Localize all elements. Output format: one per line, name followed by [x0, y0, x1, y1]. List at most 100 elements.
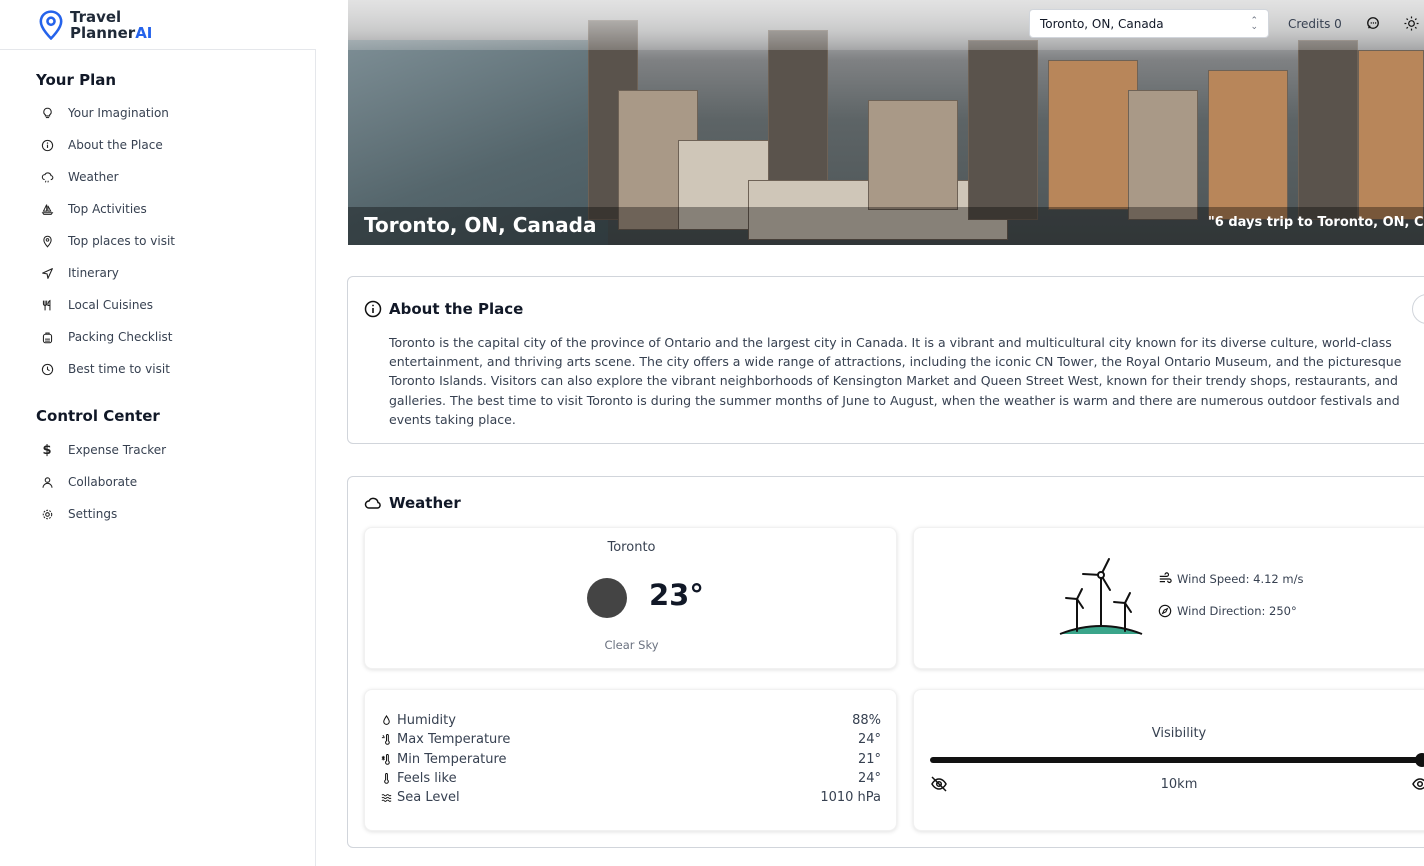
compass-icon: [1158, 604, 1172, 618]
thermometer-snowflake-icon: [381, 754, 390, 765]
sidebar-item-label: Packing Checklist: [68, 330, 173, 344]
sidebar-item-top-places[interactable]: Top places to visit: [40, 231, 175, 251]
stat-value: 1010 hPa: [820, 790, 881, 805]
wind-speed-text: Wind Speed: 4.12 m/s: [1177, 572, 1304, 586]
about-title-text: About the Place: [389, 300, 524, 318]
stat-max-temperature: Max Temperature 24°: [381, 730, 881, 749]
sidebar-item-label: Best time to visit: [68, 362, 170, 376]
visibility-slider-track[interactable]: [930, 757, 1422, 763]
sidebar-item-about-the-place[interactable]: About the Place: [40, 135, 163, 155]
weather-title: Weather: [364, 494, 461, 512]
stat-value: 21°: [857, 752, 881, 767]
hero-image-building: [968, 40, 1038, 220]
wind-turbine-icon: [1059, 558, 1143, 635]
sidebar-item-label: Collaborate: [68, 475, 138, 489]
sidebar-item-label: Your Imagination: [68, 106, 169, 120]
sidebar-item-label: About the Place: [68, 138, 163, 152]
lightbulb-icon: [40, 106, 54, 120]
top-bar: Travel PlannerAI Toronto, ON, Canada ⌃ ⌄ …: [0, 0, 1424, 50]
weather-city: Toronto: [607, 540, 656, 555]
hero-quote: "6 days trip to Toronto, ON, Canada: [1208, 215, 1424, 230]
info-icon: [364, 300, 382, 318]
sidebar-item-collaborate[interactable]: Collaborate: [40, 472, 137, 492]
logo-line-1: Travel: [70, 7, 122, 26]
sidebar-item-label: Top places to visit: [68, 234, 176, 248]
stat-feels-like: Feels like 24°: [381, 769, 881, 788]
chevrons-up-down-icon: ⌃ ⌄: [1250, 15, 1258, 32]
utensils-icon: [40, 298, 54, 312]
hero-image-building: [1208, 70, 1288, 220]
visibility-slider-thumb[interactable]: [1415, 753, 1424, 767]
stat-sea-level: Sea Level 1010 hPa: [381, 788, 881, 807]
weather-temperature: 23°: [649, 578, 704, 612]
sidebar-item-your-imagination[interactable]: Your Imagination: [40, 103, 169, 123]
stat-label: Min Temperature: [397, 752, 507, 767]
about-description: Toronto is the capital city of the provi…: [389, 335, 1402, 427]
sidebar-item-label: Expense Tracker: [68, 443, 167, 457]
weather-stats-box: Humidity 88% Max Temperature 24° Min Tem…: [364, 689, 897, 831]
hero-image-building: [868, 100, 958, 210]
sidebar-item-settings[interactable]: Settings: [40, 504, 117, 524]
collapse-button[interactable]: [1412, 294, 1424, 324]
weather-title-text: Weather: [389, 494, 461, 512]
hero-title: Toronto, ON, Canada: [364, 213, 597, 237]
dollar-icon: $: [42, 442, 52, 458]
gear-icon: [40, 507, 54, 521]
hero-image-building: [1128, 90, 1198, 220]
weather-card: Weather Toronto 23° Clear Sky Wind Speed…: [347, 476, 1424, 848]
sidebar-item-label: Settings: [68, 507, 118, 521]
sun-icon[interactable]: [1404, 16, 1419, 31]
sidebar-item-label: Local Cuisines: [68, 298, 154, 312]
stat-label: Humidity: [397, 713, 456, 728]
sidebar-item-label: Itinerary: [68, 266, 119, 280]
location-select[interactable]: Toronto, ON, Canada ⌃ ⌄: [1029, 9, 1269, 38]
your-plan-heading: Your Plan: [36, 71, 117, 89]
visibility-title: Visibility: [1151, 726, 1207, 741]
map-pin-icon: [40, 234, 54, 248]
visibility-value: 10km: [1160, 777, 1198, 792]
sidebar-item-packing-checklist[interactable]: Packing Checklist: [40, 327, 173, 347]
current-weather-box: Toronto 23° Clear Sky: [364, 527, 897, 669]
cloud-icon: [364, 497, 381, 509]
stat-label: Feels like: [397, 771, 457, 786]
user-icon: [40, 475, 54, 489]
sidebar-item-weather[interactable]: Weather: [40, 167, 119, 187]
sidebar-item-top-activities[interactable]: Top Activities: [40, 199, 147, 219]
droplets-icon: [383, 715, 390, 725]
control-center-heading: Control Center: [36, 407, 160, 425]
stat-value: 88%: [852, 713, 881, 728]
credits-label[interactable]: Credits 0: [1288, 17, 1342, 31]
visibility-box: Visibility 10km: [913, 689, 1424, 831]
logo[interactable]: Travel PlannerAI: [0, 0, 316, 50]
chat-icon[interactable]: [1366, 16, 1380, 30]
backpack-icon: [40, 330, 54, 344]
wind-box: Wind Speed: 4.12 m/s Wind Direction: 250…: [913, 527, 1424, 669]
stat-value: 24°: [857, 771, 881, 786]
wind-icon: [1159, 572, 1172, 584]
about-title: About the Place: [364, 300, 523, 318]
sidebar-item-label: Top Activities: [68, 202, 147, 216]
about-card: About the Place Toronto is the capital c…: [347, 276, 1424, 444]
logo-planner: Planner: [70, 23, 136, 42]
sidebar-item-local-cuisines[interactable]: Local Cuisines: [40, 295, 153, 315]
stat-humidity: Humidity 88%: [381, 711, 881, 730]
sidebar-item-label: Weather: [68, 170, 119, 184]
weather-condition-icon: [587, 578, 627, 618]
thermometer-icon: [384, 773, 389, 784]
stat-min-temperature: Min Temperature 21°: [381, 750, 881, 769]
waves-icon: [381, 794, 392, 802]
sidebar-item-best-time[interactable]: Best time to visit: [40, 359, 170, 379]
cloud-rain-icon: [40, 170, 54, 184]
sailboat-icon: [40, 202, 54, 216]
sidebar-item-itinerary[interactable]: Itinerary: [40, 263, 119, 283]
thermometer-sun-icon: [381, 734, 390, 745]
hero-image-building: [1298, 40, 1358, 220]
stat-value: 24°: [857, 732, 881, 747]
clock-icon: [40, 362, 54, 376]
sidebar: Your Plan Your Imagination About the Pla…: [0, 50, 316, 866]
info-icon: [40, 138, 54, 152]
logo-line-2: PlannerAI: [70, 25, 152, 41]
wind-direction-text: Wind Direction: 250°: [1177, 604, 1297, 618]
sidebar-item-expense-tracker[interactable]: $ Expense Tracker: [40, 440, 166, 460]
stat-label: Sea Level: [397, 790, 460, 805]
